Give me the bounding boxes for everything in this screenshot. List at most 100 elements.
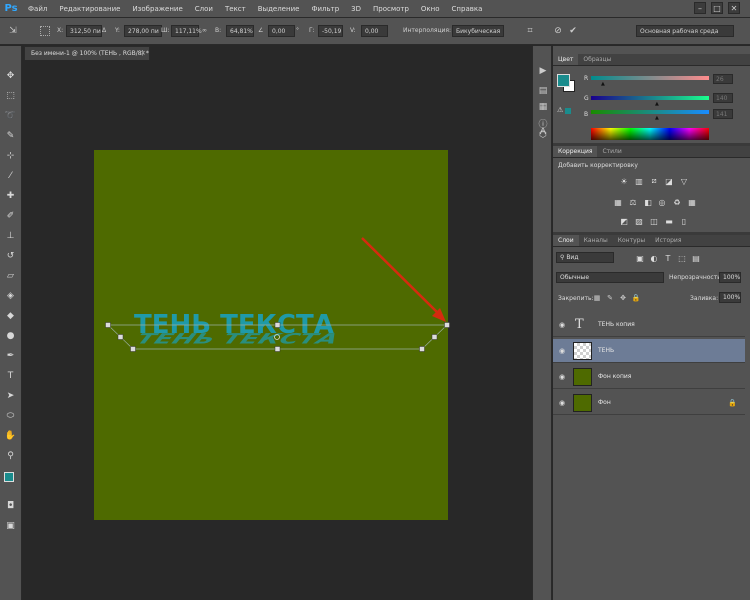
dodge-tool-icon[interactable]: ●: [3, 328, 18, 343]
workspace-select[interactable]: Основная рабочая среда: [636, 25, 734, 37]
document-tab[interactable]: Без имени-1 @ 100% (ТЕНЬ , RGB/8) * ×: [24, 46, 150, 60]
lock-all-icon[interactable]: 🔒: [632, 294, 641, 302]
menu-edit[interactable]: Редактирование: [53, 5, 126, 13]
filter-adjustment-icon[interactable]: ◐: [649, 253, 659, 263]
r-slider[interactable]: [591, 76, 709, 80]
document-canvas[interactable]: ТЕНЬ ТЕКСТА ТЕНЬ ТЕКСТА: [94, 150, 450, 520]
r-slider-handle[interactable]: ▲: [601, 81, 605, 87]
y-field[interactable]: 278,00 пи: [124, 25, 162, 37]
color-spectrum-ramp[interactable]: [591, 128, 709, 140]
close-tab-icon[interactable]: ×: [140, 49, 146, 57]
x-field[interactable]: 312,50 пи: [66, 25, 102, 37]
selective-color-icon[interactable]: ▯: [679, 216, 689, 226]
menu-3d[interactable]: 3D: [345, 5, 367, 13]
properties-icon[interactable]: ▦: [536, 100, 550, 114]
angle-field[interactable]: 0,00: [268, 25, 295, 37]
layer-row-shadow[interactable]: ◉ ТЕНЬ: [553, 339, 745, 363]
close-button[interactable]: ✕: [728, 2, 740, 14]
menu-view[interactable]: Просмотр: [367, 5, 415, 13]
visibility-eye-icon[interactable]: ◉: [558, 399, 566, 407]
tab-channels[interactable]: Каналы: [579, 235, 613, 246]
invert-icon[interactable]: ◩: [619, 216, 629, 226]
menu-help[interactable]: Справка: [446, 5, 489, 13]
fill-field[interactable]: 100%: [719, 292, 741, 303]
color-lookup-icon[interactable]: ▦: [687, 197, 697, 207]
eyedropper-tool-icon[interactable]: ⁄: [3, 168, 18, 183]
bucket-tool-icon[interactable]: ◈: [3, 288, 18, 303]
tab-color[interactable]: Цвет: [553, 54, 579, 65]
menu-layers[interactable]: Слои: [189, 5, 219, 13]
menu-type[interactable]: Текст: [219, 5, 252, 13]
eraser-tool-icon[interactable]: ▱: [3, 268, 18, 283]
history-brush-icon[interactable]: ↺: [3, 248, 18, 263]
path-select-tool-icon[interactable]: ➤: [3, 388, 18, 403]
filter-smart-object-icon[interactable]: ▤: [691, 253, 701, 263]
zoom-tool-icon[interactable]: ⚲: [3, 448, 18, 463]
layer-filter-select[interactable]: ⚲ Вид: [556, 252, 614, 263]
hand-tool-icon[interactable]: ✋: [3, 428, 18, 443]
color-balance-icon[interactable]: ⚖: [628, 197, 638, 207]
menu-image[interactable]: Изображение: [126, 5, 188, 13]
filter-shape-icon[interactable]: ⬚: [677, 253, 687, 263]
layer-row-background-copy[interactable]: ◉ Фон копия: [553, 365, 745, 389]
levels-icon[interactable]: ▥: [634, 176, 644, 186]
visibility-eye-icon[interactable]: ◉: [558, 347, 566, 355]
link-icon[interactable]: ∞: [202, 27, 207, 34]
lock-pixels-icon[interactable]: ✎: [606, 294, 614, 302]
blend-mode-select[interactable]: Обычные: [556, 272, 664, 283]
visibility-eye-icon[interactable]: ◉: [558, 321, 566, 329]
menu-select[interactable]: Выделение: [252, 5, 306, 13]
photo-filter-icon[interactable]: ◎: [657, 197, 667, 207]
commit-transform-icon[interactable]: ✔: [568, 26, 578, 36]
channel-mixer-icon[interactable]: ♻: [672, 197, 682, 207]
layer-row-background[interactable]: ◉ Фон 🔒: [553, 391, 745, 415]
curves-icon[interactable]: ⧄: [649, 176, 659, 186]
layer-row-shadow-copy[interactable]: ◉ T ТЕНЬ копия: [553, 313, 745, 337]
gradient-map-icon[interactable]: ▬: [664, 216, 674, 226]
g-slider-handle[interactable]: ▲: [655, 101, 659, 107]
warp-icon[interactable]: ⌗: [525, 26, 535, 36]
b-slider-handle[interactable]: ▲: [655, 115, 659, 121]
lock-position-icon[interactable]: ✥: [619, 294, 627, 302]
r-value-field[interactable]: 26: [713, 74, 733, 84]
maximize-button[interactable]: □: [711, 2, 723, 14]
crop-tool-icon[interactable]: ⊹: [3, 148, 18, 163]
blur-tool-icon[interactable]: ◆: [3, 308, 18, 323]
quick-select-tool-icon[interactable]: ✎: [3, 128, 18, 143]
menu-filter[interactable]: Фильтр: [305, 5, 345, 13]
tab-layers[interactable]: Слои: [553, 235, 579, 246]
foreground-color-swatch[interactable]: [4, 472, 14, 482]
posterize-icon[interactable]: ▨: [634, 216, 644, 226]
shape-tool-icon[interactable]: ⬭: [3, 408, 18, 423]
lock-transparent-icon[interactable]: ▦: [593, 294, 601, 302]
opacity-field[interactable]: 100%: [719, 272, 741, 283]
g-value-field[interactable]: 140: [713, 93, 733, 103]
b-slider[interactable]: [591, 110, 709, 114]
histogram-icon[interactable]: ▤: [536, 84, 550, 98]
brightness-icon[interactable]: ☀: [619, 176, 629, 186]
marquee-tool-icon[interactable]: ⬚: [3, 88, 18, 103]
vskew-field[interactable]: 0,00: [361, 25, 388, 37]
hskew-field[interactable]: -50,19: [318, 25, 343, 37]
minimize-button[interactable]: –: [694, 2, 706, 14]
quick-mask-icon[interactable]: ◘: [3, 498, 18, 513]
interpolation-select[interactable]: Бикубическая: [452, 25, 504, 37]
visibility-eye-icon[interactable]: ◉: [558, 373, 566, 381]
brush-tool-icon[interactable]: ✐: [3, 208, 18, 223]
type-tool-icon[interactable]: T: [3, 368, 18, 383]
reference-point-icon[interactable]: [40, 26, 50, 36]
play-icon[interactable]: ▶: [536, 64, 550, 78]
menu-file[interactable]: Файл: [22, 5, 53, 13]
cancel-transform-icon[interactable]: ⊘: [553, 26, 563, 36]
gamut-color-chip[interactable]: [565, 108, 571, 114]
filter-pixel-icon[interactable]: ▣: [635, 253, 645, 263]
g-slider[interactable]: [591, 96, 709, 100]
lasso-tool-icon[interactable]: ➰: [3, 108, 18, 123]
screen-mode-icon[interactable]: ▣: [3, 518, 18, 533]
vibrance-icon[interactable]: ▽: [679, 176, 689, 186]
hue-saturation-icon[interactable]: ▦: [613, 197, 623, 207]
stamp-tool-icon[interactable]: ⊥: [3, 228, 18, 243]
color-fg-swatch[interactable]: [557, 74, 570, 87]
3d-cube-icon[interactable]: ⬡: [536, 128, 550, 142]
exposure-icon[interactable]: ◪: [664, 176, 674, 186]
